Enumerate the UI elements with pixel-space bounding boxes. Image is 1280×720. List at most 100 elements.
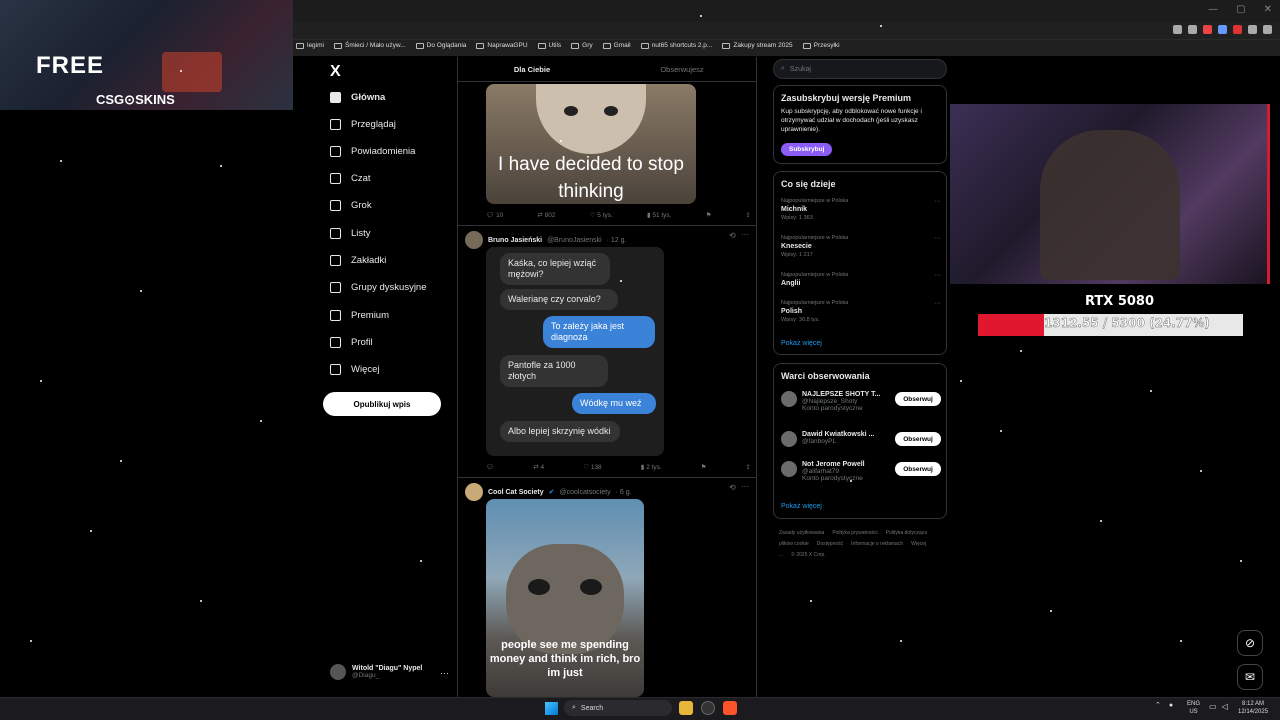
grok-icon[interactable]: ⟲ bbox=[729, 483, 736, 492]
bookmark-item[interactable]: Gmail bbox=[602, 42, 631, 49]
extension-icon[interactable] bbox=[1218, 25, 1227, 34]
more-icon[interactable]: ··· bbox=[440, 668, 449, 678]
maximize-icon[interactable]: ▢ bbox=[1236, 4, 1245, 15]
sidebar-item[interactable]: Zakładki bbox=[330, 255, 386, 266]
extension-icon[interactable] bbox=[1188, 25, 1197, 34]
follow-suggestion[interactable]: Not Jerome Powell @alifarhat79 Konto parod… bbox=[781, 461, 941, 482]
messages-icon[interactable]: ✉ bbox=[1237, 664, 1263, 690]
avatar[interactable] bbox=[465, 483, 483, 501]
brave-browser-icon[interactable] bbox=[723, 701, 737, 715]
network-icon[interactable]: ▭ bbox=[1209, 702, 1217, 711]
bookmark-item[interactable]: Przesyłki bbox=[802, 42, 840, 49]
bookmark-icon[interactable]: ⚑ bbox=[706, 211, 712, 219]
bookmark-item[interactable]: Utils bbox=[537, 42, 561, 49]
footer-link[interactable]: Informacje o reklamach bbox=[851, 541, 903, 547]
reply-button[interactable]: 💬︎ bbox=[486, 463, 494, 471]
bookmark-item[interactable]: Do Oglądania bbox=[415, 42, 466, 49]
tab-for-you[interactable]: Dla Ciebie bbox=[457, 57, 607, 81]
trend-item[interactable]: Najpopularniejsze w Polska Michnik Wpisy: … bbox=[781, 198, 941, 221]
taskbar-clock[interactable]: 8:12 AM 12/14/2025 bbox=[1238, 700, 1268, 716]
taskbar-search[interactable]: ⌕ Search bbox=[564, 700, 672, 716]
sidebar-item[interactable]: Czat bbox=[330, 173, 371, 184]
sidebar-item[interactable]: Przeglądaj bbox=[330, 119, 396, 130]
menu-icon[interactable] bbox=[1263, 25, 1272, 34]
sidebar-item[interactable]: Grok bbox=[330, 200, 372, 211]
avatar[interactable] bbox=[465, 231, 483, 249]
repost-button[interactable]: ⇄ 802 bbox=[537, 211, 555, 219]
sidebar-item[interactable]: Listy bbox=[330, 228, 371, 239]
file-explorer-icon[interactable] bbox=[679, 701, 693, 715]
avatar[interactable] bbox=[781, 461, 797, 477]
footer-link[interactable]: Dostępność bbox=[817, 541, 843, 547]
share-icon[interactable]: ⇪ bbox=[746, 211, 751, 219]
cat-head bbox=[536, 84, 646, 154]
follow-button[interactable]: Obserwuj bbox=[895, 432, 941, 446]
sidebar-item[interactable]: Więcej bbox=[330, 364, 380, 375]
close-icon[interactable]: ✕ bbox=[1264, 4, 1272, 15]
post-button[interactable]: Opublikuj wpis bbox=[323, 392, 441, 416]
timeline-tabs: Dla Ciebie Obserwujesz bbox=[457, 57, 757, 82]
grok-icon[interactable]: ⟲ bbox=[729, 231, 736, 240]
avatar[interactable] bbox=[781, 391, 797, 407]
sidebar-item[interactable]: Powiadomienia bbox=[330, 146, 415, 157]
author-name[interactable]: Cool Cat Society bbox=[488, 489, 544, 496]
sidebar-item[interactable]: Premium bbox=[330, 310, 389, 321]
subscribe-button[interactable]: Subskrybuj bbox=[781, 143, 833, 156]
trends-card: Co się dzieje Najpopularniejsze w Polska… bbox=[773, 171, 947, 355]
bookmark-item[interactable]: Gry bbox=[571, 42, 593, 49]
follow-button[interactable]: Obserwuj bbox=[895, 462, 941, 476]
search-input[interactable]: ⌕ Szukaj bbox=[773, 59, 947, 79]
like-count: 5 tys. bbox=[597, 212, 613, 219]
chatgpt-icon[interactable] bbox=[701, 701, 715, 715]
avatar[interactable] bbox=[781, 431, 797, 447]
footer-link[interactable]: Zasady użytkowania bbox=[779, 530, 824, 536]
more-icon[interactable]: ··· bbox=[934, 198, 941, 205]
trend-item[interactable]: Najpopularniejsze w Polska Anglii ··· bbox=[781, 272, 941, 287]
microphone-icon[interactable]: ● bbox=[1169, 702, 1173, 709]
language-indicator[interactable]: ENG US bbox=[1187, 700, 1200, 716]
chevron-up-icon[interactable]: ⌃ bbox=[1155, 701, 1161, 709]
extension-icon[interactable] bbox=[1173, 25, 1182, 34]
windows-start-icon[interactable] bbox=[545, 702, 558, 715]
like-button[interactable]: ♡ 5 tys. bbox=[590, 211, 613, 219]
bookmark-item[interactable]: Zakupy stream 2025 bbox=[722, 42, 793, 49]
more-icon[interactable]: ··· bbox=[934, 300, 941, 307]
more-icon[interactable]: ··· bbox=[934, 235, 941, 242]
more-icon[interactable]: ··· bbox=[934, 272, 941, 279]
footer-link[interactable]: © 2025 X Corp. bbox=[791, 552, 826, 558]
brave-shield-icon[interactable] bbox=[1203, 25, 1212, 34]
bookmark-item[interactable]: NaprawaGPU bbox=[476, 42, 528, 49]
more-icon[interactable]: ··· bbox=[741, 482, 749, 491]
reply-button[interactable]: 💬︎ 10 bbox=[486, 211, 503, 219]
follow-button[interactable]: Obserwuj bbox=[895, 392, 941, 406]
repost-button[interactable]: ⇄ 4 bbox=[533, 463, 544, 471]
views-button[interactable]: ▮ 51 tys. bbox=[647, 211, 672, 219]
trend-item[interactable]: Najpopularniejsze w Polska Polish Wpisy: 3… bbox=[781, 300, 941, 323]
bookmark-icon[interactable]: ⚑ bbox=[701, 463, 707, 471]
tab-following[interactable]: Obserwujesz bbox=[607, 57, 757, 81]
minimize-icon[interactable]: — bbox=[1208, 4, 1218, 15]
bookmark-item[interactable]: Śmieci / Mało używ... bbox=[333, 42, 406, 49]
bookmark-item[interactable]: nut65 shortcuts 2.p... bbox=[640, 42, 712, 49]
author-name[interactable]: Bruno Jasieński bbox=[488, 237, 542, 244]
x-logo[interactable]: X bbox=[330, 63, 341, 81]
account-switcher[interactable]: Witold "Diagu" Nypel @Diagu_ bbox=[330, 664, 422, 680]
like-button[interactable]: ♡ 138 bbox=[583, 463, 602, 471]
follow-suggestion[interactable]: NAJLEPSZE SHOTY T... @Najlepsze_Shoty Kont… bbox=[781, 391, 941, 412]
sidebar-item[interactable]: Główna bbox=[330, 92, 385, 103]
trends-show-more[interactable]: Pokaż więcej bbox=[781, 340, 822, 347]
grok-icon[interactable]: ⊘ bbox=[1237, 630, 1263, 656]
follow-show-more[interactable]: Pokaż więcej bbox=[781, 503, 822, 510]
bookmark-item[interactable]: legimi bbox=[296, 42, 324, 49]
puzzle-icon[interactable] bbox=[1248, 25, 1257, 34]
sidebar-item[interactable]: Profil bbox=[330, 337, 373, 348]
volume-icon[interactable]: ◁ bbox=[1222, 702, 1228, 711]
share-icon[interactable]: ⇪ bbox=[746, 463, 751, 471]
sidebar-item[interactable]: Grupy dyskusyjne bbox=[330, 282, 427, 293]
trend-item[interactable]: Najpopularniejsze w Polska Knesecie Wpisy:… bbox=[781, 235, 941, 258]
extension-icon[interactable] bbox=[1233, 25, 1242, 34]
footer-link[interactable]: Polityka prywatności bbox=[832, 530, 877, 536]
more-icon[interactable]: ··· bbox=[741, 230, 749, 239]
views-button[interactable]: ▮ 2 tys. bbox=[641, 463, 662, 471]
follow-suggestion[interactable]: Dawid Kwiatkowski ... @fanboyPL Obserwuj bbox=[781, 431, 941, 447]
